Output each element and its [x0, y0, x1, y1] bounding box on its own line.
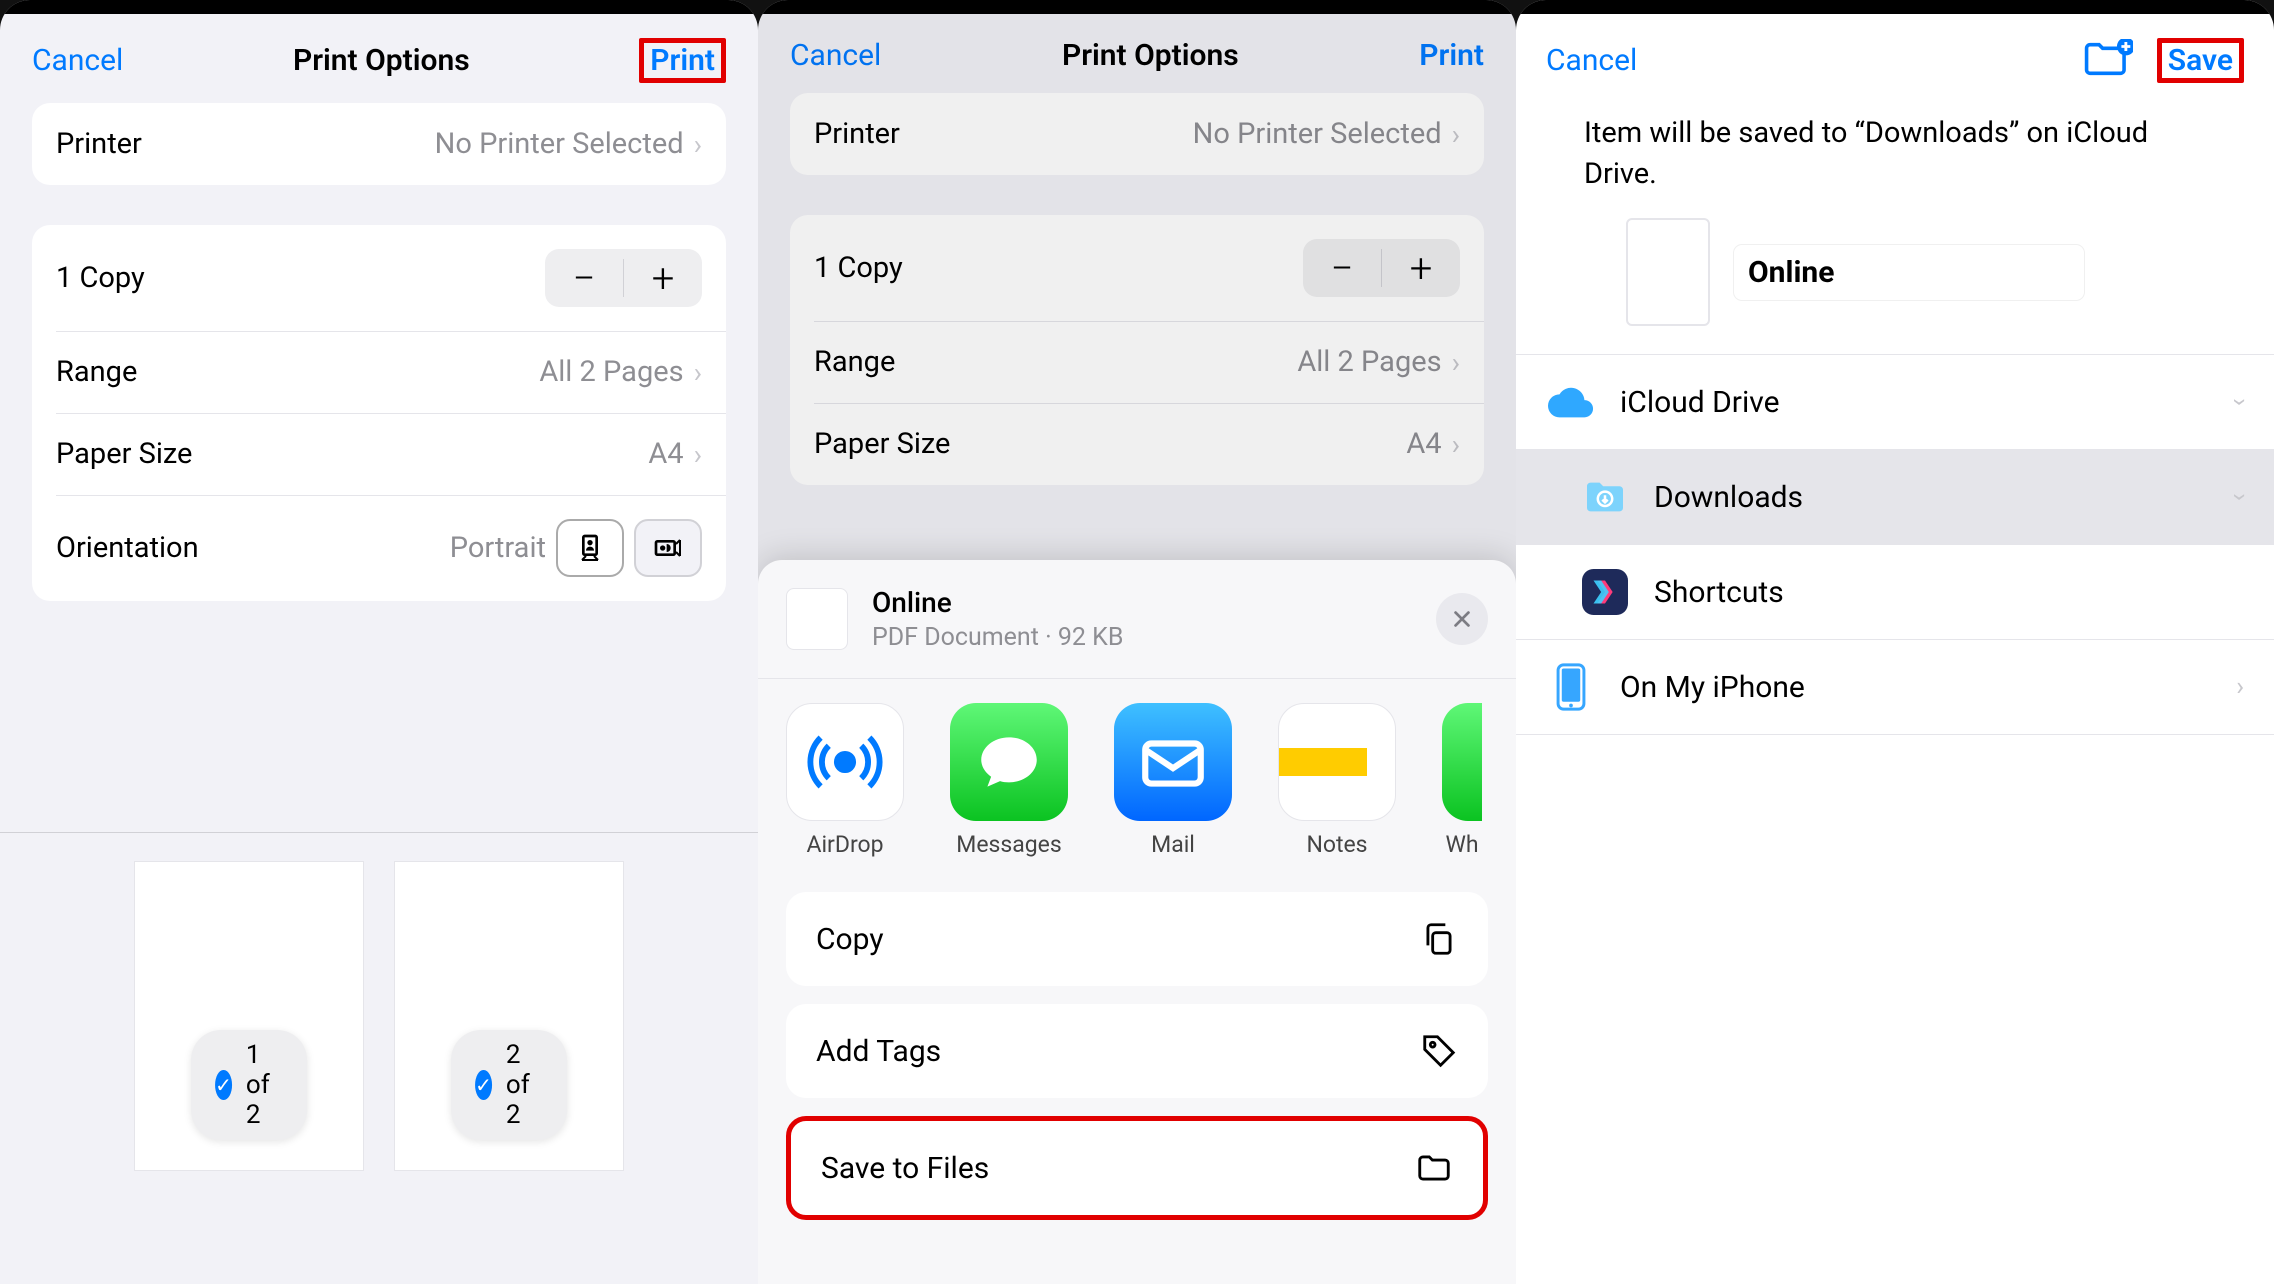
folder-plus-icon — [2083, 39, 2133, 79]
close-icon — [1451, 608, 1473, 630]
share-sheet: Online PDF Document · 92 KB AirDrop Mess… — [758, 560, 1516, 1284]
paper-size-value: A4 — [1406, 427, 1441, 461]
chevron-right-icon: › — [694, 128, 702, 161]
copies-row: 1 Copy − + — [790, 215, 1484, 321]
range-row[interactable]: Range All 2 Pages › — [790, 321, 1484, 403]
icloud-icon — [1546, 377, 1596, 427]
cancel-button[interactable]: Cancel — [1546, 43, 1637, 78]
printer-value: No Printer Selected — [1193, 117, 1442, 151]
portrait-icon — [574, 532, 606, 564]
range-label: Range — [814, 345, 895, 379]
page-title: Print Options — [293, 43, 470, 78]
save-to-files-action[interactable]: Save to Files — [786, 1116, 1488, 1220]
chevron-down-icon: › — [2225, 398, 2255, 406]
iphone-icon — [1546, 662, 1596, 712]
cancel-button[interactable]: Cancel — [790, 38, 881, 73]
paper-size-value: A4 — [648, 437, 683, 471]
highlight-save: Save — [2157, 38, 2244, 83]
messages-icon — [950, 703, 1068, 821]
chevron-right-icon: › — [694, 356, 702, 389]
airdrop-icon — [786, 703, 904, 821]
share-app-notes[interactable]: Notes — [1278, 703, 1396, 858]
share-meta: PDF Document · 92 KB — [872, 623, 1412, 652]
add-tags-action[interactable]: Add Tags — [786, 1004, 1488, 1098]
printer-row[interactable]: Printer No Printer Selected › — [790, 93, 1484, 175]
notes-icon — [1278, 703, 1396, 821]
checkmark-icon: ✓ — [475, 1070, 492, 1100]
decrement-button[interactable]: − — [545, 249, 623, 307]
chevron-right-icon: › — [2236, 672, 2244, 702]
copies-row: 1 Copy − + — [32, 225, 726, 331]
chevron-right-icon: › — [1452, 428, 1460, 461]
whatsapp-icon — [1442, 703, 1482, 821]
save-button[interactable]: Save — [2168, 43, 2233, 78]
page-badge-1[interactable]: ✓1 of 2 — [191, 1030, 307, 1140]
highlight-print: Print — [639, 38, 726, 83]
paper-size-label: Paper Size — [814, 427, 950, 461]
filename-input[interactable]: Online — [1734, 245, 2084, 300]
printer-label: Printer — [56, 127, 142, 161]
mail-icon — [1114, 703, 1232, 821]
chevron-right-icon: › — [1452, 346, 1460, 379]
page-title: Print Options — [1062, 38, 1239, 73]
print-button[interactable]: Print — [650, 43, 715, 78]
copies-stepper: − + — [1303, 239, 1460, 297]
page-preview: ✓1 of 2 ✓2 of 2 — [0, 832, 758, 1284]
orientation-label: Orientation — [56, 531, 199, 565]
tag-icon — [1420, 1032, 1458, 1070]
new-folder-button[interactable] — [2083, 39, 2133, 83]
paper-size-row[interactable]: Paper Size A4 › — [32, 413, 726, 495]
share-app-mail[interactable]: Mail — [1114, 703, 1232, 858]
printer-row[interactable]: Printer No Printer Selected › — [32, 103, 726, 185]
decrement-button[interactable]: − — [1303, 239, 1381, 297]
copies-stepper: − + — [545, 249, 702, 307]
orientation-portrait-button[interactable] — [556, 519, 624, 577]
chevron-down-icon: › — [2225, 493, 2255, 501]
share-thumbnail — [786, 588, 848, 650]
share-app-messages[interactable]: Messages — [950, 703, 1068, 858]
folder-icon — [1415, 1149, 1453, 1187]
save-description: Item will be saved to “Downloads” on iCl… — [1516, 103, 2274, 218]
share-app-whatsapp[interactable]: Wh — [1442, 703, 1482, 858]
print-button[interactable]: Print — [1419, 38, 1484, 73]
share-apps: AirDrop Messages Mail Notes — [758, 703, 1516, 892]
location-shortcuts[interactable]: Shortcuts — [1516, 545, 2274, 640]
orientation-value: Portrait — [450, 531, 546, 565]
landscape-icon — [652, 532, 684, 564]
orientation-row: Orientation Portrait — [32, 495, 726, 601]
copies-label: 1 Copy — [56, 261, 145, 295]
preview-page-1[interactable]: ✓1 of 2 — [134, 861, 364, 1171]
copy-action[interactable]: Copy — [786, 892, 1488, 986]
share-app-airdrop[interactable]: AirDrop — [786, 703, 904, 858]
location-on-my-iphone[interactable]: On My iPhone › — [1516, 640, 2274, 735]
close-button[interactable] — [1436, 593, 1488, 645]
file-thumbnail — [1626, 218, 1710, 326]
location-icloud-drive[interactable]: iCloud Drive › — [1516, 355, 2274, 450]
cancel-button[interactable]: Cancel — [32, 43, 123, 78]
folder-downloads-icon — [1580, 472, 1630, 522]
paper-size-row[interactable]: Paper Size A4 › — [790, 403, 1484, 485]
copy-icon — [1420, 920, 1458, 958]
location-downloads[interactable]: Downloads › — [1516, 450, 2274, 545]
increment-button[interactable]: + — [1382, 239, 1460, 297]
checkmark-icon: ✓ — [215, 1070, 232, 1100]
chevron-right-icon: › — [1452, 118, 1460, 151]
increment-button[interactable]: + — [624, 249, 702, 307]
copies-label: 1 Copy — [814, 251, 903, 285]
preview-page-2[interactable]: ✓2 of 2 — [394, 861, 624, 1171]
range-label: Range — [56, 355, 137, 389]
range-value: All 2 Pages — [539, 355, 683, 389]
range-value: All 2 Pages — [1297, 345, 1441, 379]
shortcuts-icon — [1580, 567, 1630, 617]
paper-size-label: Paper Size — [56, 437, 192, 471]
page-badge-2[interactable]: ✓2 of 2 — [451, 1030, 567, 1140]
share-filename: Online — [872, 586, 960, 621]
orientation-landscape-button[interactable] — [634, 519, 702, 577]
range-row[interactable]: Range All 2 Pages › — [32, 331, 726, 413]
printer-label: Printer — [814, 117, 900, 151]
printer-value: No Printer Selected — [435, 127, 684, 161]
chevron-right-icon: › — [694, 438, 702, 471]
